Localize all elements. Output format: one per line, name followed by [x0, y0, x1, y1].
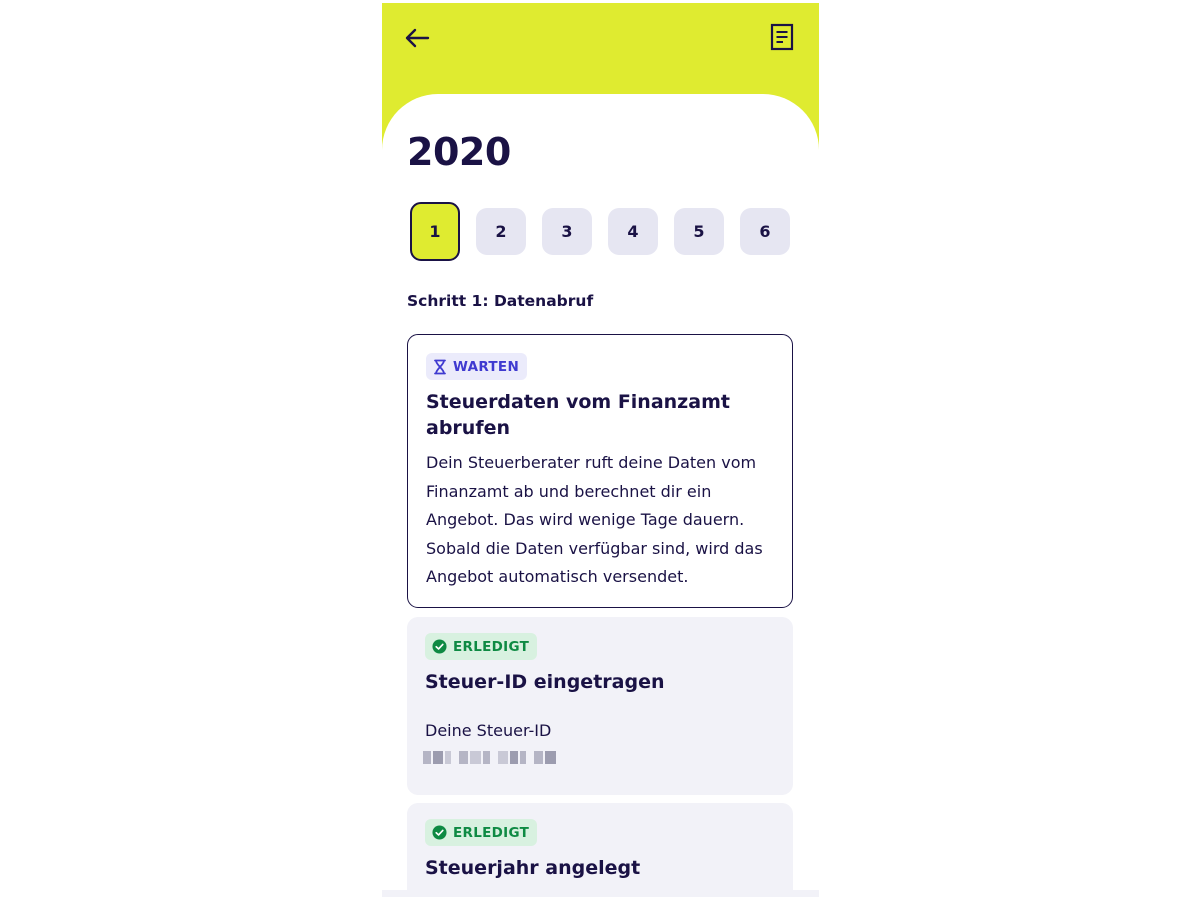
header-bar: [382, 3, 819, 95]
task-card-tax-year[interactable]: ERLEDIGT Steuerjahr angelegt: [407, 803, 793, 897]
step-tab-6[interactable]: 6: [740, 208, 790, 255]
document-button[interactable]: [767, 21, 797, 53]
status-badge-done: ERLEDIGT: [425, 633, 538, 660]
tax-id-value-redacted: [423, 751, 556, 764]
status-badge-label: ERLEDIGT: [453, 824, 530, 841]
check-circle-icon: [432, 825, 447, 840]
task-description: Dein Steuerberater ruft deine Daten vom …: [426, 453, 763, 586]
status-badge-label: WARTEN: [453, 358, 520, 375]
check-circle-icon: [432, 639, 447, 654]
task-title: Steuerdaten vom Finanzamt abrufen: [426, 391, 730, 439]
task-card-data-retrieval[interactable]: WARTEN Steuerdaten vom Finanzamt abrufen…: [407, 334, 793, 608]
step-tab-2[interactable]: 2: [476, 208, 526, 255]
page-title: 2020: [407, 130, 511, 174]
app-screen: 2020 1 2 3 4 5 6 Schritt 1: Datenabruf W…: [382, 3, 819, 897]
step-heading: Schritt 1: Datenabruf: [407, 292, 594, 310]
back-button[interactable]: [402, 23, 432, 53]
status-badge-waiting: WARTEN: [426, 353, 528, 380]
document-icon: [770, 23, 794, 51]
step-selector: 1 2 3 4 5 6: [410, 202, 790, 261]
task-title: Steuerjahr angelegt: [425, 857, 641, 879]
step-tab-4[interactable]: 4: [608, 208, 658, 255]
task-card-tax-id[interactable]: ERLEDIGT Steuer-ID eingetragen Deine Ste…: [407, 617, 793, 795]
step-tab-3[interactable]: 3: [542, 208, 592, 255]
tax-id-label: Deine Steuer-ID: [425, 721, 552, 740]
arrow-left-icon: [405, 28, 430, 48]
status-badge-label: ERLEDIGT: [453, 638, 530, 655]
content-sheet: 2020 1 2 3 4 5 6 Schritt 1: Datenabruf W…: [382, 94, 819, 897]
status-badge-done: ERLEDIGT: [425, 819, 538, 846]
hourglass-icon: [434, 359, 446, 374]
task-title: Steuer-ID eingetragen: [425, 671, 665, 693]
bottom-divider: [382, 890, 819, 897]
step-tab-5[interactable]: 5: [674, 208, 724, 255]
step-tab-1[interactable]: 1: [410, 202, 460, 261]
